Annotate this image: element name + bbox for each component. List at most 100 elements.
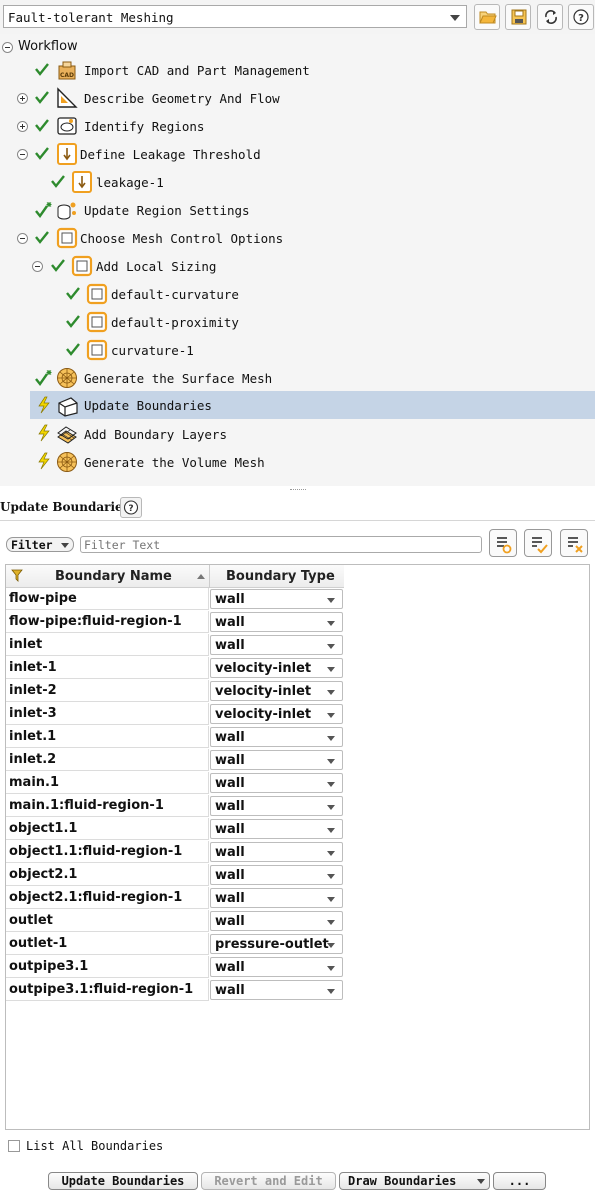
boundary-name-cell[interactable]: inlet-2 (6, 680, 209, 702)
boundary-type-dropdown[interactable]: wall (210, 635, 343, 655)
tree-item-update-region-settings[interactable]: Update Region Settings (0, 197, 595, 223)
tree-item-label: Generate the Volume Mesh (84, 455, 265, 470)
boundary-name-cell[interactable]: inlet (6, 634, 209, 656)
boundary-type-dropdown[interactable]: wall (210, 842, 343, 862)
table-row[interactable]: main.1 wall (6, 772, 344, 795)
cad-icon: CAD (58, 61, 76, 80)
boundary-type-dropdown[interactable]: pressure-outlet (210, 934, 343, 954)
refresh-workflow-button[interactable] (537, 4, 563, 30)
collapse-icon[interactable] (32, 261, 43, 272)
table-row[interactable]: object2.1 wall (6, 864, 344, 887)
table-row[interactable]: inlet-1 velocity-inlet (6, 657, 344, 680)
select-all-button[interactable] (524, 529, 552, 557)
boundary-name-cell[interactable]: inlet.1 (6, 726, 209, 748)
tree-item-add-local-sizing[interactable]: Add Local Sizing (0, 253, 595, 279)
tree-item-describe-geometry[interactable]: Describe Geometry And Flow (0, 85, 595, 111)
boundary-type-dropdown[interactable]: wall (210, 819, 343, 839)
table-row[interactable]: inlet-2 velocity-inlet (6, 680, 344, 703)
boundary-name-cell[interactable]: flow-pipe:fluid-region-1 (6, 611, 209, 633)
table-row[interactable]: inlet.2 wall (6, 749, 344, 772)
collapse-icon[interactable] (17, 149, 28, 160)
table-row[interactable]: inlet.1 wall (6, 726, 344, 749)
tree-item-identify-regions[interactable]: Identify Regions (0, 113, 595, 139)
boundary-type-dropdown[interactable]: wall (210, 865, 343, 885)
boundary-name-cell[interactable]: object1.1:fluid-region-1 (6, 841, 209, 863)
tree-item-default-curvature[interactable]: default-curvature (0, 281, 595, 307)
filter-settings-button[interactable] (489, 529, 517, 557)
tree-item-generate-volume-mesh[interactable]: Generate the Volume Mesh (0, 449, 595, 475)
boundary-name-cell[interactable]: inlet.2 (6, 749, 209, 771)
boundary-name-cell[interactable]: outpipe3.1 (6, 956, 209, 978)
save-icon (511, 9, 527, 25)
help-button[interactable]: ? (568, 4, 594, 30)
tree-item-default-proximity[interactable]: default-proximity (0, 309, 595, 335)
draw-boundaries-button[interactable]: Draw Boundaries (339, 1172, 490, 1190)
deselect-all-button[interactable] (560, 529, 588, 557)
tree-item-update-boundaries[interactable]: Update Boundaries (0, 391, 595, 419)
table-row[interactable]: inlet-3 velocity-inlet (6, 703, 344, 726)
table-row[interactable]: flow-pipe wall (6, 588, 344, 611)
boundary-name-cell[interactable]: main.1 (6, 772, 209, 794)
table-row[interactable]: main.1:fluid-region-1 wall (6, 795, 344, 818)
boundary-name-cell[interactable]: inlet-1 (6, 657, 209, 679)
boundary-name-cell[interactable]: object1.1 (6, 818, 209, 840)
revert-and-edit-button[interactable]: Revert and Edit (201, 1172, 336, 1190)
filter-dropdown[interactable]: Filter (6, 537, 74, 552)
chevron-down-icon (327, 828, 335, 833)
tree-item-add-boundary-layers[interactable]: Add Boundary Layers (0, 421, 595, 447)
boundary-name-cell[interactable]: object2.1:fluid-region-1 (6, 887, 209, 909)
table-row[interactable]: outpipe3.1:fluid-region-1 wall (6, 979, 344, 1002)
tree-item-curvature-1[interactable]: curvature-1 (0, 337, 595, 363)
panel-splitter[interactable] (0, 486, 595, 494)
save-workflow-button[interactable] (505, 4, 531, 30)
table-row[interactable]: object1.1 wall (6, 818, 344, 841)
open-workflow-button[interactable] (474, 4, 500, 30)
tree-item-import-cad[interactable]: CAD Import CAD and Part Management (0, 57, 595, 83)
boundary-type-dropdown[interactable]: velocity-inlet (210, 658, 343, 678)
tree-item-define-leakage[interactable]: Define Leakage Threshold (0, 141, 595, 167)
boundary-type-dropdown[interactable]: wall (210, 957, 343, 977)
boundary-type-dropdown[interactable]: velocity-inlet (210, 704, 343, 724)
boundary-name-cell[interactable]: outlet-1 (6, 933, 209, 955)
boundary-name-cell[interactable]: outlet (6, 910, 209, 932)
list-all-checkbox[interactable] (8, 1140, 20, 1152)
more-options-button[interactable]: ... (493, 1172, 546, 1190)
column-header-name[interactable]: Boundary Name (55, 569, 172, 584)
table-row[interactable]: outlet wall (6, 910, 344, 933)
boundary-type-dropdown[interactable]: wall (210, 796, 343, 816)
boundary-type-dropdown[interactable]: wall (210, 888, 343, 908)
table-row[interactable]: flow-pipe:fluid-region-1 wall (6, 611, 344, 634)
expand-icon[interactable] (17, 93, 28, 104)
boundary-type-dropdown[interactable]: wall (210, 750, 343, 770)
tree-item-leakage-1[interactable]: leakage-1 (0, 169, 595, 195)
boundary-type-dropdown[interactable]: wall (210, 589, 343, 609)
boundary-name-cell[interactable]: outpipe3.1:fluid-region-1 (6, 979, 209, 1001)
boundary-name-cell[interactable]: inlet-3 (6, 703, 209, 725)
workflow-type-dropdown[interactable]: Fault-tolerant Meshing (3, 5, 467, 28)
table-row[interactable]: outlet-1 pressure-outlet (6, 933, 344, 956)
boundary-type-dropdown[interactable]: wall (210, 773, 343, 793)
expand-icon[interactable] (17, 121, 28, 132)
tree-item-choose-mesh-control[interactable]: Choose Mesh Control Options (0, 225, 595, 251)
tree-item-generate-surface-mesh[interactable]: Generate the Surface Mesh (0, 365, 595, 391)
collapse-icon[interactable] (2, 42, 13, 53)
table-row[interactable]: object2.1:fluid-region-1 wall (6, 887, 344, 910)
boundary-type-dropdown[interactable]: wall (210, 727, 343, 747)
task-help-button[interactable]: ? (120, 497, 142, 518)
boundary-name-cell[interactable]: flow-pipe (6, 588, 209, 610)
funnel-icon[interactable] (11, 569, 23, 582)
table-row[interactable]: outpipe3.1 wall (6, 956, 344, 979)
update-boundaries-button[interactable]: Update Boundaries (48, 1172, 198, 1190)
boundary-type-dropdown[interactable]: wall (210, 980, 343, 1000)
column-header-type[interactable]: Boundary Type (226, 569, 335, 584)
boundary-name-cell[interactable]: main.1:fluid-region-1 (6, 795, 209, 817)
boundary-type-dropdown[interactable]: wall (210, 612, 343, 632)
chevron-down-icon (327, 874, 335, 879)
boundary-name-cell[interactable]: object2.1 (6, 864, 209, 886)
collapse-icon[interactable] (17, 233, 28, 244)
boundary-type-dropdown[interactable]: velocity-inlet (210, 681, 343, 701)
filter-text-input[interactable] (80, 536, 482, 553)
table-row[interactable]: inlet wall (6, 634, 344, 657)
boundary-type-dropdown[interactable]: wall (210, 911, 343, 931)
table-row[interactable]: object1.1:fluid-region-1 wall (6, 841, 344, 864)
